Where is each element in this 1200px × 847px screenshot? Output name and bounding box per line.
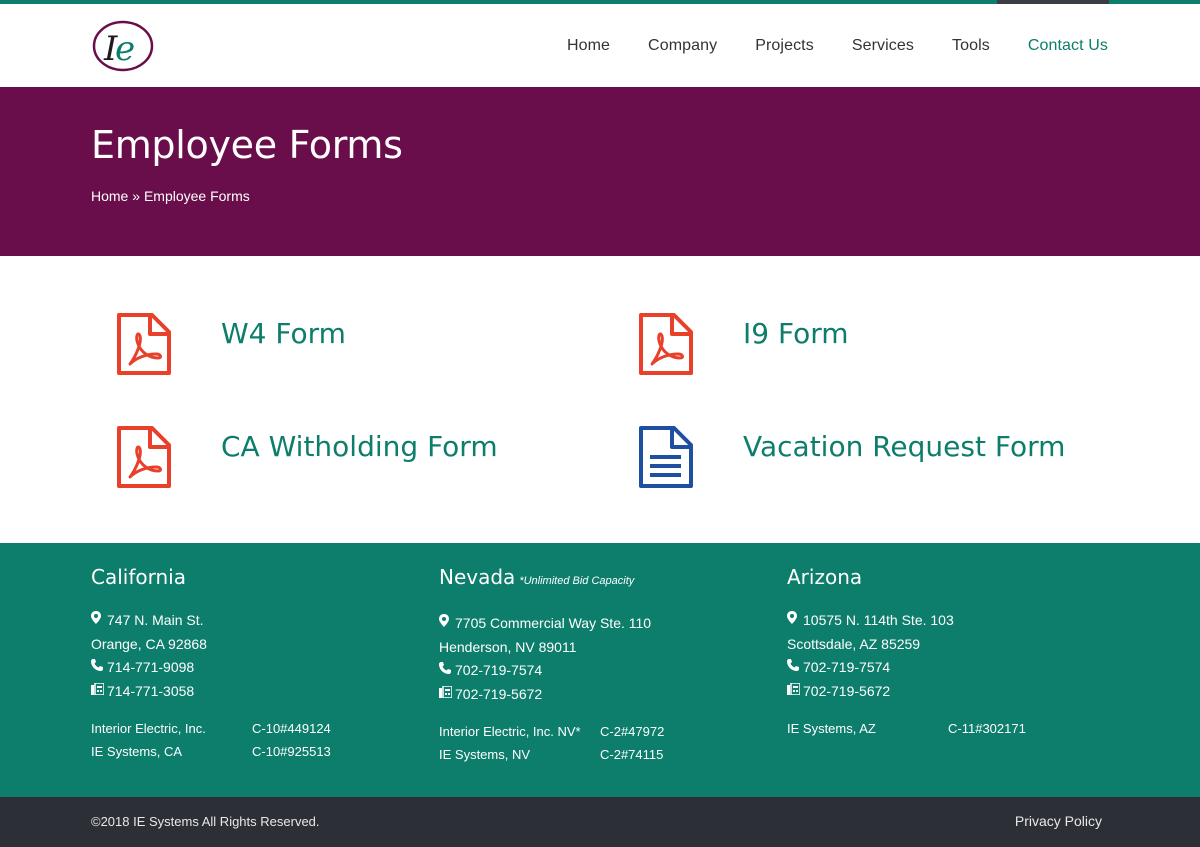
fax-icon xyxy=(91,680,107,704)
map-pin-icon xyxy=(91,609,107,633)
nevada-bid-note: *Unlimited Bid Capacity xyxy=(519,575,635,587)
pdf-icon[interactable] xyxy=(116,425,172,489)
site-footer: California 747 N. Main St. Orange, CA 92… xyxy=(0,543,1200,797)
phone-icon xyxy=(787,656,803,680)
license-name: IE Systems, CA xyxy=(91,744,183,759)
license-number: C-10#925513 xyxy=(252,744,331,759)
copyright-text: ©2018 IE Systems All Rights Reserved. xyxy=(91,814,320,829)
map-pin-icon xyxy=(439,612,455,636)
arizona-fax: 702-719-5672 xyxy=(803,682,891,699)
fax-icon xyxy=(439,683,455,707)
license-number: C-2#74115 xyxy=(600,747,664,762)
california-street: 747 N. Main St. xyxy=(107,612,204,628)
main-nav: Home Company Projects Services Tools Con… xyxy=(529,4,1108,87)
bottom-bar: ©2018 IE Systems All Rights Reserved. Pr… xyxy=(0,797,1200,847)
vacation-request-form-link[interactable]: Vacation Request Form xyxy=(743,430,1065,463)
pdf-icon[interactable] xyxy=(116,312,172,376)
nav-home[interactable]: Home xyxy=(567,37,610,55)
phone-icon xyxy=(91,656,107,680)
page-hero: Employee Forms Home » Employee Forms xyxy=(0,87,1200,256)
i9-form-link[interactable]: I9 Form xyxy=(743,317,849,350)
breadcrumb-separator: » xyxy=(128,188,144,204)
license-name: IE Systems, AZ xyxy=(787,721,876,736)
arizona-phone[interactable]: 702-719-7574 xyxy=(803,656,890,680)
footer-col-california: California 747 N. Main St. Orange, CA 92… xyxy=(91,565,331,763)
nevada-fax: 702-719-5672 xyxy=(455,685,543,702)
nevada-street: 7705 Commercial Way Ste. 110 xyxy=(455,615,652,631)
nav-company[interactable]: Company xyxy=(648,37,717,55)
nevada-city: Henderson, NV 89011 xyxy=(439,638,577,655)
form-item-vacation-request xyxy=(638,425,694,489)
license-name: Interior Electric, Inc. NV* xyxy=(439,724,581,739)
w4-form-link[interactable]: W4 Form xyxy=(221,317,346,350)
forms-grid: W4 Form I9 Form CA Witholding Form Vacat… xyxy=(0,256,1200,543)
fax-icon xyxy=(787,680,803,704)
pdf-icon[interactable] xyxy=(638,312,694,376)
phone-icon xyxy=(439,659,455,683)
document-icon[interactable] xyxy=(638,425,694,489)
map-pin-icon xyxy=(787,609,803,633)
page-title: Employee Forms xyxy=(91,123,403,167)
license-name: Interior Electric, Inc. xyxy=(91,721,206,736)
license-name: IE Systems, NV xyxy=(439,747,531,762)
breadcrumb: Home » Employee Forms xyxy=(91,188,250,204)
nav-projects[interactable]: Projects xyxy=(755,37,814,55)
arizona-street: 10575 N. 114th Ste. 103 xyxy=(803,612,954,628)
footer-col-arizona: Arizona 10575 N. 114th Ste. 103 Scottsda… xyxy=(787,565,1026,740)
form-item-i9 xyxy=(638,312,694,376)
privacy-policy-link[interactable]: Privacy Policy xyxy=(1015,813,1102,829)
california-phone[interactable]: 714-771-9098 xyxy=(107,656,194,680)
footer-col-nevada: Nevada *Unlimited Bid Capacity 7705 Comme… xyxy=(439,565,664,766)
form-item-w4 xyxy=(116,312,172,376)
footer-arizona-title: Arizona xyxy=(787,565,863,589)
nav-tools[interactable]: Tools xyxy=(952,37,990,55)
footer-nevada-title: Nevada xyxy=(439,565,516,589)
nav-services[interactable]: Services xyxy=(852,37,914,55)
license-number: C-2#47972 xyxy=(600,724,665,739)
company-logo[interactable]: I e xyxy=(92,20,154,72)
breadcrumb-current: Employee Forms xyxy=(143,188,250,204)
california-city: Orange, CA 92868 xyxy=(91,635,207,652)
california-fax: 714-771-3058 xyxy=(107,682,195,699)
svg-text:e: e xyxy=(115,29,135,69)
nevada-phone[interactable]: 702-719-7574 xyxy=(455,659,542,683)
form-item-ca-witholding xyxy=(116,425,172,489)
footer-california-title: California xyxy=(91,565,186,589)
site-header: I e Home Company Projects Services Tools… xyxy=(0,4,1200,87)
license-number: C-10#449124 xyxy=(252,721,331,736)
ca-witholding-form-link[interactable]: CA Witholding Form xyxy=(221,430,498,463)
breadcrumb-home-link[interactable]: Home xyxy=(91,188,128,204)
license-number: C-11#302171 xyxy=(948,721,1026,736)
nav-contact-us[interactable]: Contact Us xyxy=(1028,37,1108,55)
arizona-city: Scottsdale, AZ 85259 xyxy=(787,635,921,652)
